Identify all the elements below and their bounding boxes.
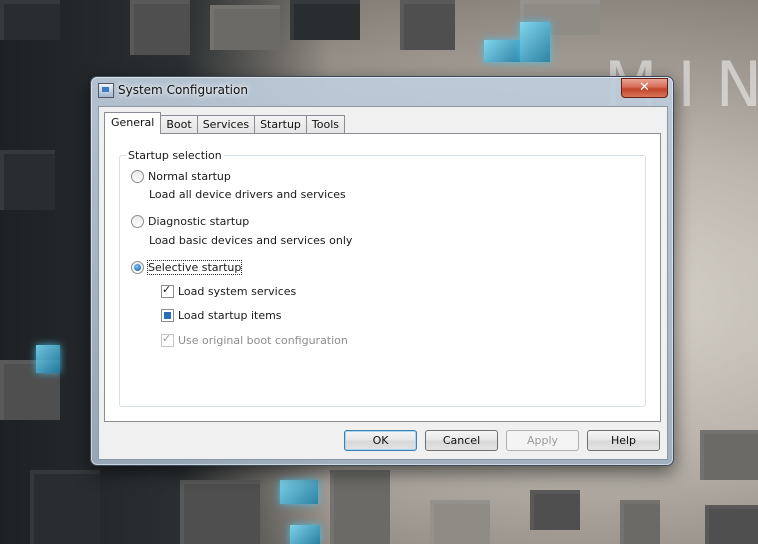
wallpaper-cube <box>130 0 190 55</box>
wallpaper-glow-cube <box>484 40 520 62</box>
use-original-boot-checkbox: Use original boot configuration <box>161 332 348 347</box>
wallpaper-cube <box>700 430 758 480</box>
load-system-services-checkbox[interactable]: Load system services <box>161 283 296 298</box>
wallpaper-cube <box>30 470 100 544</box>
tab-services[interactable]: Services <box>196 115 256 134</box>
tab-general[interactable]: General <box>104 112 162 134</box>
tab-boot[interactable]: Boot <box>160 115 198 134</box>
wallpaper-glow-cube <box>290 525 320 544</box>
diagnostic-startup-desc: Load basic devices and services only <box>149 234 353 247</box>
group-legend: Startup selection <box>126 149 224 162</box>
load-system-services-label[interactable]: Load system services <box>178 285 296 298</box>
wallpaper-cube <box>290 0 360 40</box>
close-icon: ✕ <box>639 80 650 95</box>
use-original-boot-label: Use original boot configuration <box>178 334 348 347</box>
radio-circle[interactable] <box>131 215 144 228</box>
load-startup-items-label[interactable]: Load startup items <box>178 309 282 322</box>
wallpaper-glow-cube <box>36 345 60 373</box>
wallpaper-cube <box>330 470 390 544</box>
msconfig-app-icon[interactable] <box>98 83 114 98</box>
selective-startup-label[interactable]: Selective startup <box>146 260 243 275</box>
wallpaper-cube <box>0 0 60 40</box>
title-bar[interactable]: System Configuration ✕ <box>91 77 673 105</box>
selective-startup-radio[interactable]: Selective startup <box>131 260 243 275</box>
wallpaper-cube <box>210 5 280 50</box>
dialog-client-area: General Boot Services Startup Tools Star… <box>98 106 668 460</box>
general-tab-panel: Startup selection Normal startup Load al… <box>104 133 661 422</box>
radio-circle[interactable] <box>131 170 144 183</box>
wallpaper-cube <box>530 490 580 530</box>
tab-strip: General Boot Services Startup Tools <box>104 112 346 134</box>
wallpaper-cube <box>400 0 455 50</box>
window-title: System Configuration <box>118 83 248 97</box>
normal-startup-label[interactable]: Normal startup <box>148 170 231 183</box>
wallpaper-cube <box>705 505 758 544</box>
wallpaper-cube <box>620 500 660 544</box>
checkbox-checked-disabled <box>161 332 174 347</box>
normal-startup-desc: Load all device drivers and services <box>149 188 346 201</box>
wallpaper-cube <box>0 150 55 210</box>
tab-startup[interactable]: Startup <box>254 115 307 134</box>
tab-tools[interactable]: Tools <box>305 115 346 134</box>
wallpaper-glow-cube <box>280 480 318 504</box>
load-startup-items-checkbox[interactable]: Load startup items <box>161 309 282 322</box>
wallpaper-cube <box>430 500 490 544</box>
system-configuration-window: System Configuration ✕ General Boot Serv… <box>90 76 674 466</box>
radio-circle-selected[interactable] <box>131 261 144 274</box>
checkbox-indeterminate[interactable] <box>161 309 174 322</box>
normal-startup-radio[interactable]: Normal startup <box>131 170 231 183</box>
help-button[interactable]: Help <box>587 430 660 451</box>
diagnostic-startup-radio[interactable]: Diagnostic startup <box>131 215 249 228</box>
apply-button: Apply <box>506 430 579 451</box>
wallpaper-cube <box>180 480 260 544</box>
cancel-button[interactable]: Cancel <box>425 430 498 451</box>
close-button[interactable]: ✕ <box>621 78 668 98</box>
startup-selection-group: Startup selection Normal startup Load al… <box>119 149 646 407</box>
ok-button[interactable]: OK <box>344 430 417 451</box>
checkbox-checked[interactable] <box>161 283 174 298</box>
wallpaper-glow-cube <box>520 22 550 62</box>
diagnostic-startup-label[interactable]: Diagnostic startup <box>148 215 249 228</box>
